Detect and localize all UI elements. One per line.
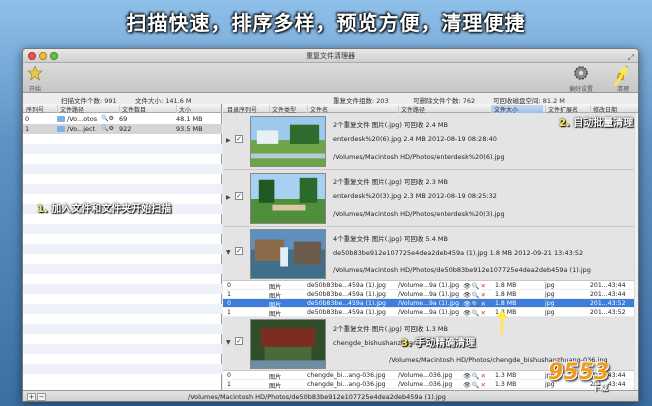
group-checkbox[interactable]: ✓: [235, 337, 243, 345]
group-checkbox[interactable]: ✓: [235, 135, 243, 143]
row-actions[interactable]: 👁🔍✕: [463, 372, 487, 380]
toolbar: 开始 偏好设置 清理: [23, 63, 638, 93]
folder-list-header: 序列号 文件路径 文件数目 大小: [23, 104, 222, 114]
group-checkbox[interactable]: ✓: [235, 247, 243, 255]
col-type[interactable]: 文件类型: [269, 105, 304, 114]
row-actions[interactable]: 👁🔍✕: [463, 381, 487, 389]
vertical-scrollbar[interactable]: [634, 113, 638, 390]
col-name[interactable]: 文件名: [307, 105, 395, 114]
manual-clean-annotation: 3. 手动精确清理: [401, 338, 476, 349]
col-modified[interactable]: 修改日期: [590, 105, 638, 114]
window-controls: [28, 52, 58, 60]
col-size[interactable]: 大小: [176, 105, 222, 114]
arrow-icon: [496, 310, 508, 334]
col-count[interactable]: 文件数目: [119, 105, 174, 114]
window-title: 重复文件清理器: [306, 52, 355, 60]
zoom-window-button[interactable]: [50, 52, 58, 60]
arrow-icon: [613, 66, 627, 87]
folder-icon: [57, 126, 65, 132]
folder-list: 序列号 文件路径 文件数目 大小 0 /Vo...otos 🔍⚙ 69 48.1…: [23, 104, 222, 390]
add-folder-button[interactable]: +: [27, 393, 36, 401]
row-actions[interactable]: 👁🔍✕: [463, 300, 487, 308]
preferences-label: 偏好设置: [569, 86, 594, 93]
col-index[interactable]: 序列号: [24, 105, 54, 114]
preferences-button[interactable]: 偏好设置: [569, 65, 593, 93]
col-filesize[interactable]: 文件大小: [491, 105, 543, 114]
remove-folder-button[interactable]: −: [37, 393, 46, 401]
photo-thumbnail: [250, 229, 326, 279]
col-ext[interactable]: 文件扩展名: [545, 105, 587, 114]
minimize-window-button[interactable]: [39, 52, 47, 60]
file-row[interactable]: 0 图片 de50b83be...459a (1).jpg/Volume...9a…: [223, 281, 638, 291]
start-label: 开始: [28, 86, 41, 93]
gear-icon: [574, 66, 588, 80]
file-row-selected[interactable]: 0 图片 de50b83be...459a (1).jpg/Volume...9a…: [223, 299, 638, 309]
disclosure-triangle-icon[interactable]: ▼: [226, 249, 231, 256]
disclosure-triangle-icon[interactable]: ▶: [226, 194, 231, 201]
row-actions[interactable]: 👁🔍✕: [463, 309, 487, 317]
star-icon: [27, 65, 43, 81]
row-actions[interactable]: 👁🔍✕: [463, 282, 487, 290]
file-row[interactable]: 1 图片 de50b83be...459a (1).jpg/Volume...9a…: [223, 308, 638, 318]
title-bar: 重复文件清理器 ⤢: [23, 49, 638, 63]
duplicate-list-header: 目录序列号 文件类型 文件名 文件路径 文件大小 文件扩展名 修改日期: [223, 104, 638, 114]
bottom-bar: + − /Volumes/Macintosh HD/Photos/de50b83…: [23, 390, 638, 401]
file-row[interactable]: 1 图片 de50b83be...459a (1).jpg/Volume...9a…: [223, 290, 638, 300]
site-watermark: 9553 下载: [548, 360, 610, 392]
col-dir-index[interactable]: 目录序列号: [225, 105, 265, 114]
col-filepath[interactable]: 文件路径: [398, 105, 488, 114]
folder-row[interactable]: 0 /Vo...otos 🔍⚙ 69 48.1 MB: [23, 114, 222, 124]
selected-file-path: /Volumes/Macintosh HD/Photos/de50b83be91…: [188, 393, 446, 401]
promo-banner: 扫描快速，排序多样，预览方便，清理便捷: [126, 11, 526, 35]
group-checkbox[interactable]: ✓: [235, 192, 243, 200]
duplicate-group[interactable]: ▶ ✓ 2个重复文件 图片(.jpg) 可回收 2.3 MB enterdesk…: [223, 170, 638, 227]
disclosure-triangle-icon[interactable]: ▶: [226, 137, 231, 144]
folder-row[interactable]: 1 /Vo...ject 🔍⚙ 922 93.5 MB: [23, 124, 222, 134]
scan-annotation: 1. 加入文件和文件夹开始扫描: [37, 204, 172, 215]
duplicate-group[interactable]: ▼ ✓ 4个重复文件 图片(.jpg) 可回收 5.4 MB de50b83be…: [223, 227, 638, 281]
folder-icon: [57, 116, 65, 122]
reveal-icons[interactable]: 🔍⚙: [101, 115, 114, 122]
close-window-button[interactable]: [28, 52, 36, 60]
row-actions[interactable]: 👁🔍✕: [463, 291, 487, 299]
disclosure-triangle-icon[interactable]: ▼: [226, 339, 231, 346]
reveal-icons[interactable]: 🔍⚙: [101, 125, 114, 132]
auto-clean-annotation: 2. 自动批量清理: [559, 118, 634, 129]
photo-thumbnail: [250, 173, 326, 224]
photo-thumbnail: [250, 319, 326, 369]
app-window: 重复文件清理器 ⤢ 开始 偏好设置 清理 扫描文件个数: 991 文件大小: 1…: [22, 48, 639, 402]
col-path[interactable]: 文件路径: [57, 105, 117, 114]
duplicate-list: 目录序列号 文件类型 文件名 文件路径 文件大小 文件扩展名 修改日期 ▶ ✓ …: [223, 104, 638, 390]
start-button[interactable]: 开始: [27, 65, 43, 93]
status-row: 扫描文件个数: 991 文件大小: 141.6 M 重复文件组数: 203 可删…: [23, 95, 638, 105]
photo-thumbnail: [250, 116, 326, 167]
